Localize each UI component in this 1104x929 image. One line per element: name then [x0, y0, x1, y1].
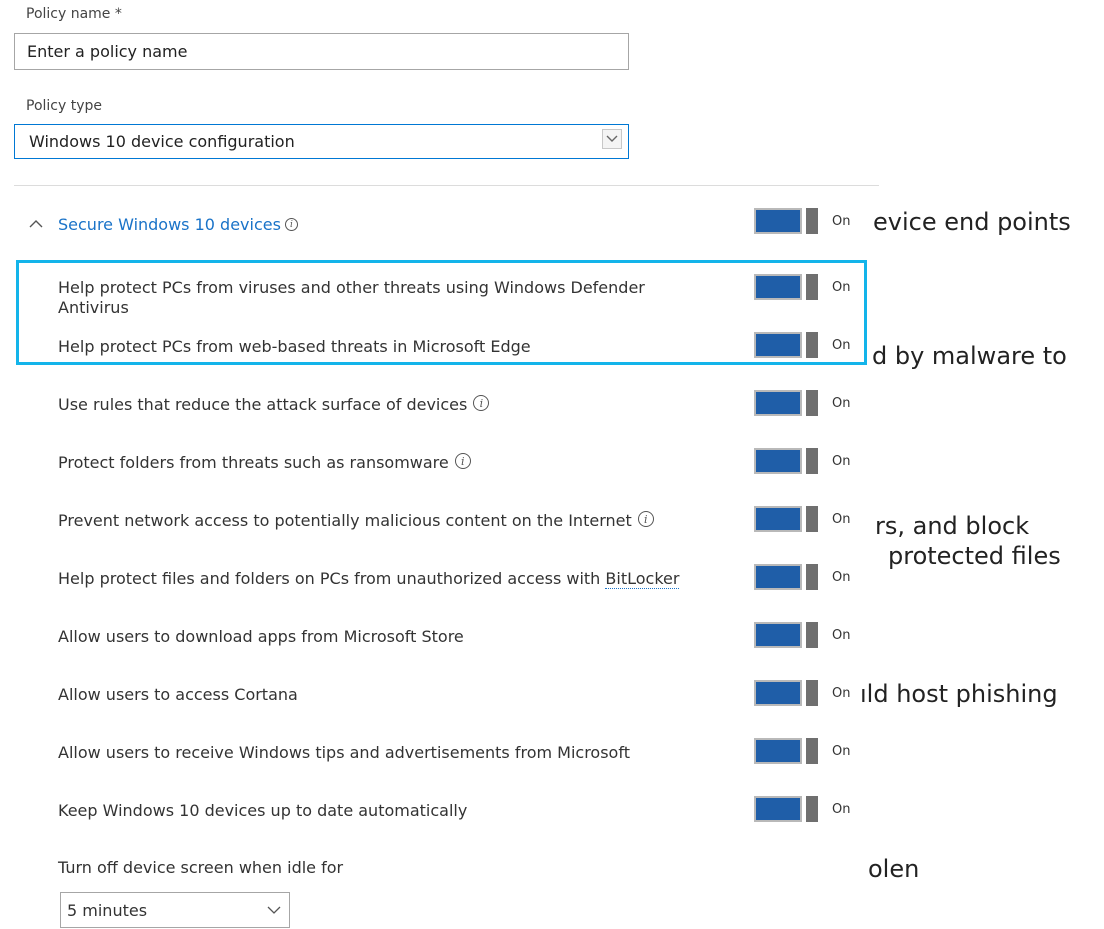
setting-row-attack-surface: Use rules that reduce the attack surface… — [58, 395, 490, 415]
background-text-1: evice end points — [873, 208, 1071, 236]
setting-label-bitlocker: Help protect files and folders on PCs fr… — [58, 569, 606, 588]
setting-label-folders: Protect folders from threats such as ran… — [58, 453, 449, 472]
policy-name-input[interactable]: Enter a policy name — [14, 33, 629, 70]
chevron-down-icon[interactable] — [267, 906, 281, 915]
chevron-down-icon[interactable] — [602, 129, 622, 149]
setting-row-folders: Protect folders from threats such as ran… — [58, 453, 471, 473]
background-text-2: d by malware to — [872, 342, 1067, 370]
toggle-state-bitlocker: On — [832, 570, 851, 585]
setting-label-network: Prevent network access to potentially ma… — [58, 511, 632, 530]
setting-label-updates: Keep Windows 10 devices up to date autom… — [58, 801, 468, 820]
toggle-bitlocker[interactable] — [754, 564, 818, 590]
setting-label-tips: Allow users to receive Windows tips and … — [58, 743, 630, 762]
background-text-5: ıld host phishing — [860, 680, 1058, 708]
toggle-state-attack-surface: On — [832, 396, 851, 411]
toggle-network[interactable] — [754, 506, 818, 532]
section-divider — [14, 185, 879, 186]
policy-type-value: Windows 10 device configuration — [29, 132, 295, 151]
chevron-up-icon[interactable] — [28, 216, 44, 232]
setting-label-store: Allow users to download apps from Micros… — [58, 627, 464, 646]
setting-label-defender: Help protect PCs from viruses and other … — [58, 278, 645, 317]
background-text-6: olen — [868, 855, 920, 883]
toggle-state-store: On — [832, 628, 851, 643]
setting-row-bitlocker: Help protect files and folders on PCs fr… — [58, 569, 680, 589]
toggle-folders[interactable] — [754, 448, 818, 474]
toggle-state-network: On — [832, 512, 851, 527]
section-toggle[interactable] — [754, 208, 818, 234]
policy-type-label: Policy type — [26, 98, 102, 114]
toggle-state-edge: On — [832, 338, 851, 353]
setting-label-cortana: Allow users to access Cortana — [58, 685, 298, 704]
info-icon[interactable]: i — [284, 217, 298, 231]
setting-label-attack-surface: Use rules that reduce the attack surface… — [58, 395, 468, 414]
toggle-defender[interactable] — [754, 274, 818, 300]
toggle-attack-surface[interactable] — [754, 390, 818, 416]
toggle-state-defender: On — [832, 280, 851, 295]
toggle-state-updates: On — [832, 802, 851, 817]
setting-label-edge: Help protect PCs from web-based threats … — [58, 337, 531, 356]
info-icon[interactable]: i — [637, 511, 654, 527]
section-title[interactable]: Secure Windows 10 devices — [58, 215, 281, 234]
background-text-3: rs, and block — [875, 512, 1030, 540]
policy-type-select[interactable]: Windows 10 device configuration — [14, 124, 629, 159]
info-icon[interactable]: i — [454, 453, 471, 469]
section-header[interactable]: Secure Windows 10 devices i — [28, 210, 298, 238]
screen-idle-select[interactable]: 5 minutes — [60, 892, 290, 928]
toggle-updates[interactable] — [754, 796, 818, 822]
toggle-state-cortana: On — [832, 686, 851, 701]
toggle-state-folders: On — [832, 454, 851, 469]
toggle-edge[interactable] — [754, 332, 818, 358]
section-toggle-state: On — [832, 214, 851, 229]
toggle-cortana[interactable] — [754, 680, 818, 706]
bitlocker-link[interactable]: BitLocker — [605, 569, 680, 589]
toggle-store[interactable] — [754, 622, 818, 648]
screen-idle-label: Turn off device screen when idle for — [58, 858, 344, 877]
screen-idle-value: 5 minutes — [67, 900, 148, 920]
setting-row-network: Prevent network access to potentially ma… — [58, 511, 654, 531]
info-icon[interactable]: i — [473, 395, 490, 411]
background-text-4: protected files — [888, 542, 1061, 570]
policy-name-label: Policy name * — [26, 6, 122, 22]
toggle-tips[interactable] — [754, 738, 818, 764]
toggle-state-tips: On — [832, 744, 851, 759]
